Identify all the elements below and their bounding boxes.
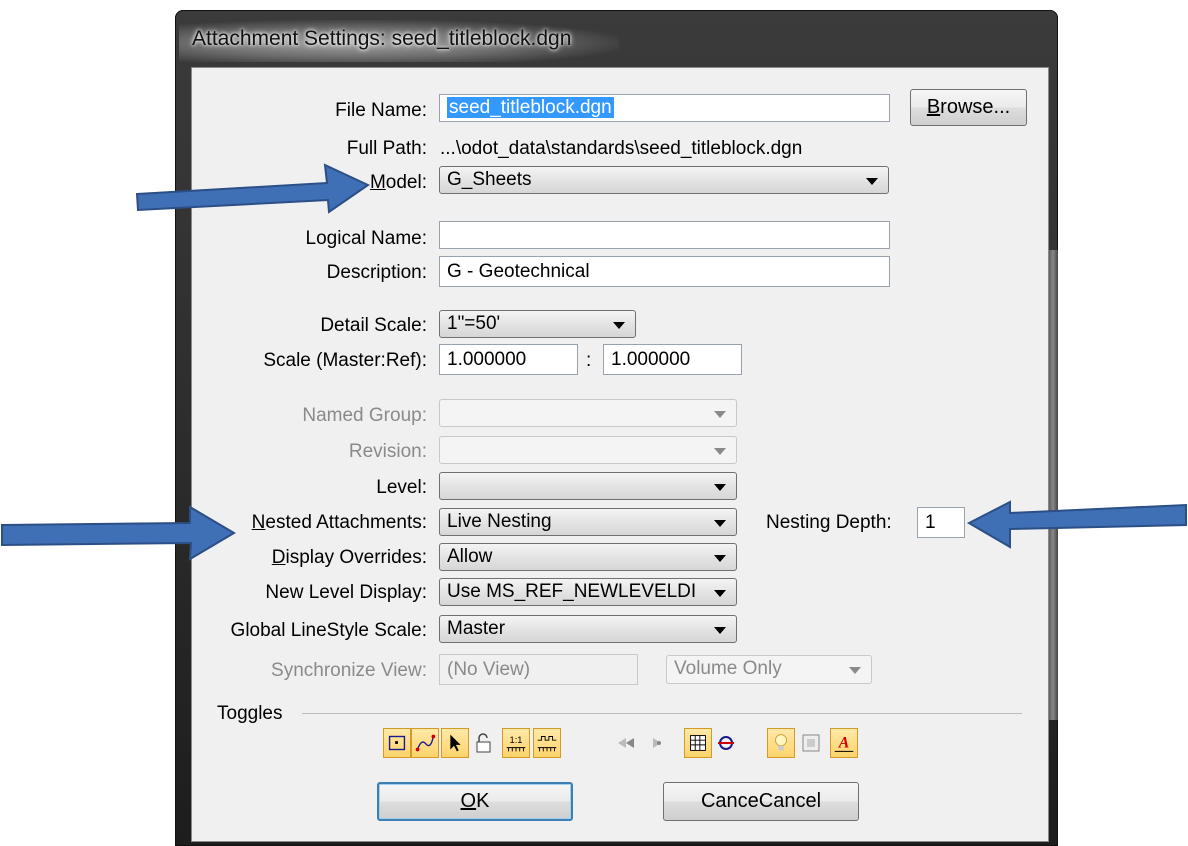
file-name-label: File Name: xyxy=(335,100,427,121)
display-overrides-value: Allow xyxy=(447,546,493,567)
nesting-depth-label: Nesting Depth: xyxy=(766,512,892,533)
detail-scale-dropdown[interactable]: 1"=50' xyxy=(439,310,636,338)
lock-icon[interactable] xyxy=(469,728,497,758)
model-label: Model: xyxy=(369,172,427,193)
level-label: Level: xyxy=(376,477,427,498)
true-scale-icon[interactable]: 1:1 xyxy=(502,728,530,758)
display-icon[interactable] xyxy=(383,728,411,758)
svg-text:A: A xyxy=(838,735,850,752)
svg-text:1:1: 1:1 xyxy=(510,735,523,745)
display-overrides-label: Display Overrides: xyxy=(271,547,427,568)
new-level-display-dropdown[interactable]: Use MS_REF_NEWLEVELDI xyxy=(439,578,737,606)
window-title: Attachment Settings: seed_titleblock.dgn xyxy=(192,27,572,50)
ok-button[interactable]: OK xyxy=(377,782,573,821)
chevron-down-icon xyxy=(714,590,726,597)
cancel-button[interactable]: CanceCancel xyxy=(663,782,859,821)
sync-mode-value: Volume Only xyxy=(674,658,782,679)
snap-icon[interactable] xyxy=(411,728,439,758)
detail-scale-value: 1"=50' xyxy=(447,313,501,334)
detail-scale-label: Detail Scale: xyxy=(320,315,427,336)
raster-grid-icon[interactable] xyxy=(684,728,712,758)
annotation-arrow-icon xyxy=(135,163,371,214)
full-path-value: ...\odot_data\standards\seed_titleblock.… xyxy=(440,138,803,159)
synchronize-view-field[interactable]: (No View) xyxy=(439,654,638,685)
chevron-down-icon xyxy=(714,627,726,634)
file-name-value: seed_titleblock.dgn xyxy=(447,97,614,118)
revision-dropdown[interactable] xyxy=(439,436,737,464)
chevron-down-icon xyxy=(849,667,861,674)
locate-icon[interactable] xyxy=(441,728,469,758)
window-edge xyxy=(1048,250,1058,720)
annotation-arrow-icon xyxy=(1,505,236,561)
named-group-dropdown[interactable] xyxy=(439,399,737,427)
scale-master-field[interactable]: 1.000000 xyxy=(439,344,578,375)
logical-name-label: Logical Name: xyxy=(305,228,427,249)
named-group-label: Named Group: xyxy=(302,405,427,426)
model-dropdown[interactable]: G_Sheets xyxy=(439,166,889,194)
logical-name-field[interactable] xyxy=(439,221,890,249)
global-linestyle-scale-label: Global LineStyle Scale: xyxy=(230,620,427,641)
chevron-down-icon xyxy=(714,411,726,418)
global-linestyle-scale-dropdown[interactable]: Master xyxy=(439,615,737,643)
nesting-depth-field[interactable]: 1 xyxy=(917,507,965,538)
annotation-icon[interactable]: A xyxy=(830,728,858,758)
display-overrides-dropdown[interactable]: Allow xyxy=(439,543,737,571)
level-dropdown[interactable] xyxy=(439,472,737,500)
file-name-field[interactable]: seed_titleblock.dgn xyxy=(439,94,890,122)
title-bar[interactable]: Attachment Settings: seed_titleblock.dgn xyxy=(175,10,1058,65)
scale-linestyles-icon[interactable] xyxy=(533,728,561,758)
chevron-down-icon xyxy=(714,484,726,491)
scale-separator: : xyxy=(586,350,592,371)
scale-label: Scale (Master:Ref): xyxy=(263,350,427,371)
toggles-label: Toggles xyxy=(217,703,283,724)
chevron-down-icon xyxy=(714,520,726,527)
raster-icon[interactable] xyxy=(797,728,825,758)
revision-label: Revision: xyxy=(348,441,427,462)
chevron-down-icon xyxy=(714,555,726,562)
georeference-icon[interactable] xyxy=(612,728,640,758)
synchronize-view-label: Synchronize View: xyxy=(271,660,427,681)
light-bulb-icon[interactable] xyxy=(767,728,795,758)
full-path-label: Full Path: xyxy=(346,138,427,159)
new-level-display-value: Use MS_REF_NEWLEVELDI xyxy=(447,581,697,602)
annotation-arrow-icon xyxy=(966,500,1187,549)
description-label: Description: xyxy=(326,262,427,283)
new-level-display-label: New Level Display: xyxy=(265,582,427,603)
global-linestyle-scale-value: Master xyxy=(447,618,506,639)
browse-button[interactable]: Browse... xyxy=(910,89,1027,126)
model-value: G_Sheets xyxy=(447,169,532,190)
nested-attachments-label: Nested Attachments: xyxy=(251,512,427,533)
toggles-divider xyxy=(302,713,1022,714)
chevron-down-icon xyxy=(613,322,625,329)
nested-attachments-dropdown[interactable]: Live Nesting xyxy=(439,508,737,536)
description-field[interactable]: G - Geotechnical xyxy=(439,256,890,287)
chevron-down-icon xyxy=(714,448,726,455)
nested-attachments-value: Live Nesting xyxy=(447,511,552,532)
sync-mode-dropdown[interactable]: Volume Only xyxy=(666,655,872,684)
reverse-georeference-icon[interactable] xyxy=(639,728,667,758)
chevron-down-icon xyxy=(866,178,878,185)
clip-mask-icon[interactable] xyxy=(712,728,740,758)
scale-ref-field[interactable]: 1.000000 xyxy=(603,344,742,375)
